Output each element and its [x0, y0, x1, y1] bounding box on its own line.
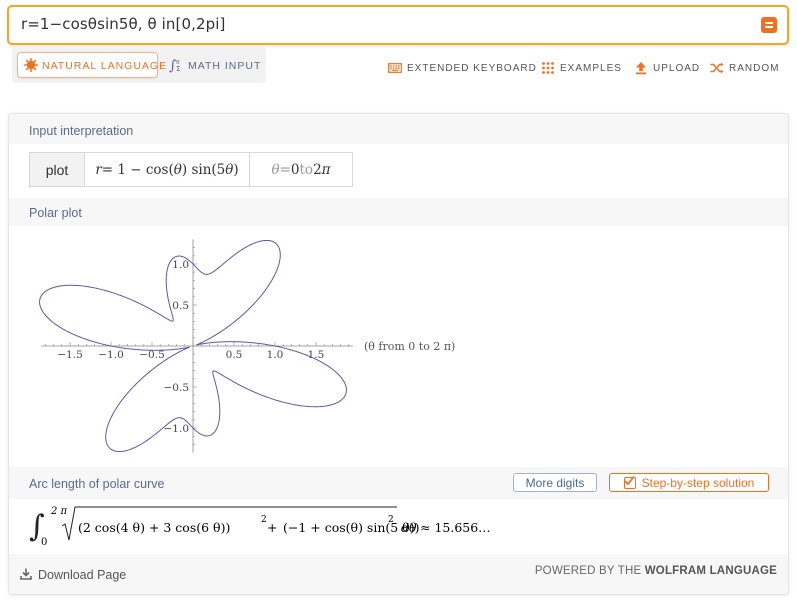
search-bar[interactable]: r=1−cosθsin5θ, θ in[0,2pi]: [7, 5, 789, 45]
download-page-label: Download Page: [38, 568, 127, 582]
input-mode-toggle: NATURAL LANGUAGE ∫ π Σ MATH INPUT: [12, 47, 266, 83]
lower-limit: 0: [41, 537, 47, 548]
natural-language-icon: [24, 58, 38, 72]
step-by-step-button[interactable]: Step-by-step solution: [609, 473, 769, 492]
card-footer: Download Page POWERED BY THE WOLFRAM LAN…: [9, 554, 788, 594]
y-tick-label: −0.5: [164, 382, 190, 394]
y-tick-label: 1.0: [172, 259, 189, 271]
polar-plot-chart: −1.5 −1.0 −0.5 0.5 1.0 1.51.00.5−0.5−1.0 (θ f…: [39, 239, 455, 453]
search-input[interactable]: r=1−cosθsin5θ, θ in[0,2pi]: [21, 15, 225, 33]
shuffle-icon: [710, 62, 724, 74]
term-2-exponent: 2: [388, 515, 394, 525]
upper-limit: 2 π: [50, 506, 68, 517]
examples-link[interactable]: EXAMPLES: [541, 60, 621, 78]
math-input-label: MATH INPUT: [188, 60, 262, 72]
plus-sign: +: [267, 520, 277, 535]
extended-keyboard-link[interactable]: EXTENDED KEYBOARD: [388, 60, 536, 78]
step-by-step-label: Step-by-step solution: [641, 475, 755, 490]
arc-length-result: ≈ 15.656…: [420, 520, 491, 535]
extended-keyboard-label: EXTENDED KEYBOARD: [407, 63, 537, 74]
powered-by-label: POWERED BY THE WOLFRAM LANGUAGE: [534, 565, 777, 577]
examples-label: EXAMPLES: [560, 63, 622, 74]
x-tick-label: 0.5: [226, 349, 243, 361]
term-1: (2 cos(4 θ) + 3 cos(6 θ)): [78, 520, 230, 535]
natural-language-mode-button[interactable]: NATURAL LANGUAGE: [17, 52, 166, 78]
svg-text:Σ: Σ: [176, 65, 180, 73]
download-icon: [20, 568, 32, 580]
random-label: RANDOM: [729, 63, 780, 74]
random-link[interactable]: RANDOM: [710, 60, 780, 78]
keyboard-icon: [388, 63, 402, 73]
term-1-exponent: 2: [261, 515, 267, 525]
compute-button[interactable]: [761, 17, 777, 33]
upload-link[interactable]: UPLOAD: [634, 60, 700, 78]
upload-label: UPLOAD: [653, 63, 701, 74]
grid-dots-icon: [542, 62, 554, 74]
arc-length-title: Arc length of polar curve: [29, 477, 165, 491]
y-tick-label: 0.5: [172, 300, 189, 312]
term-2: (−1 + cos(θ) sin(5 θ)): [283, 520, 419, 535]
math-input-mode-button[interactable]: ∫ π Σ MATH INPUT: [169, 57, 264, 75]
math-input-icon: ∫ π Σ: [169, 58, 180, 73]
x-tick-label: 1.0: [267, 349, 284, 361]
natural-language-label: NATURAL LANGUAGE: [42, 60, 168, 72]
more-digits-button[interactable]: More digits: [513, 473, 597, 492]
x-tick-label: −1.0: [98, 349, 124, 361]
upload-icon: [636, 62, 646, 75]
checkmark-icon: [623, 475, 636, 489]
download-page-link[interactable]: Download Page: [20, 568, 126, 582]
results-card: Input interpretation plot r = 1 − cos(θ)…: [8, 113, 789, 595]
x-tick-label: −1.5: [57, 349, 83, 361]
arc-length-formula: ∫ 2 π 0 (2 cos(4 θ) + 3 cos(6 θ)) 2 + (−…: [29, 506, 491, 548]
axis-note-label: (θ from 0 to 2 π): [364, 340, 455, 353]
d-theta: dθ: [401, 520, 417, 535]
